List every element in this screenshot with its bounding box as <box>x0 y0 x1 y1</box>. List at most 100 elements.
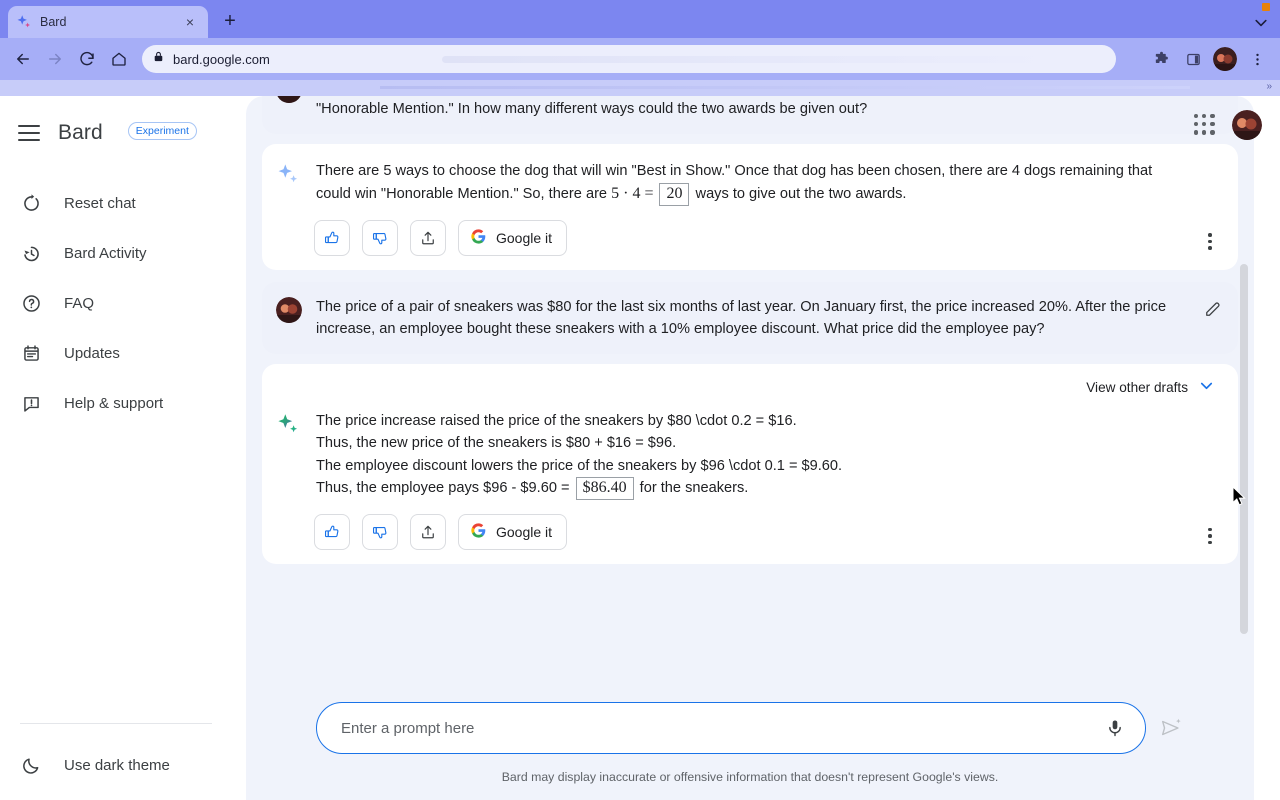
conversation-scroll[interactable]: At a recent dog show, there were 5 final… <box>246 96 1254 688</box>
question-circle-icon <box>20 292 42 314</box>
close-icon[interactable]: × <box>180 12 200 32</box>
sidebar-item-help-support[interactable]: Help & support <box>0 378 228 428</box>
thumb-up-icon[interactable] <box>314 219 350 256</box>
view-other-drafts-button[interactable]: View other drafts <box>276 376 1216 400</box>
forward-arrow-icon <box>40 44 70 74</box>
user-message: The price of a pair of sneakers was $80 … <box>262 281 1238 354</box>
history-icon <box>20 242 42 264</box>
thumb-up-icon[interactable] <box>314 514 350 550</box>
sidebar-item-dark-theme[interactable]: Use dark theme <box>0 740 228 790</box>
bookmark-placeholder <box>380 86 1190 89</box>
avatar <box>276 296 302 323</box>
sidebar-item-faq[interactable]: FAQ <box>0 278 228 328</box>
address-bar-url: bard.google.com <box>173 51 270 67</box>
response-line: The price increase raised the price of t… <box>316 412 797 429</box>
sidebar-divider <box>20 723 212 724</box>
app-brand-title: Bard <box>58 121 103 144</box>
response-line: Thus, the employee pays $96 - $9.60 = $8… <box>316 477 1184 500</box>
composer: Bard may display inaccurate or offensive… <box>246 688 1254 800</box>
google-it-label: Google it <box>496 229 553 246</box>
back-arrow-icon[interactable] <box>8 44 38 74</box>
more-options-icon[interactable] <box>1198 524 1222 548</box>
address-bar[interactable]: bard.google.com <box>142 45 1116 73</box>
bard-app: Bard Experiment Reset chat Bard Activity <box>0 96 1280 800</box>
reload-icon[interactable] <box>72 44 102 74</box>
user-message-text: At a recent dog show, there were 5 final… <box>316 101 868 117</box>
sidebar: Bard Experiment Reset chat Bard Activity <box>0 96 228 800</box>
sidebar-item-label: Bard Activity <box>64 244 147 262</box>
microphone-icon[interactable] <box>1103 716 1127 740</box>
response-boxed-answer: 20 <box>659 182 690 206</box>
sidebar-item-reset-chat[interactable]: Reset chat <box>0 178 228 228</box>
sidebar-item-label: FAQ <box>64 294 95 312</box>
avatar <box>276 96 302 103</box>
browser-toolbar: bard.google.com <box>0 38 1280 80</box>
feedback-icon <box>20 392 42 414</box>
response-segment: ways to give out the two awards. <box>691 185 907 202</box>
sidebar-item-label: Use dark theme <box>64 756 170 774</box>
thumb-down-icon[interactable] <box>362 514 398 550</box>
bookmarks-overflow-icon[interactable]: » <box>1266 81 1272 92</box>
mouse-cursor <box>1232 485 1248 513</box>
conversation-scrollbar[interactable] <box>1240 264 1248 634</box>
chevron-down-icon <box>1197 376 1216 400</box>
bard-response-card: There are 5 ways to choose the dog that … <box>262 144 1238 270</box>
bard-sparkle-gradient-icon <box>276 412 302 438</box>
bard-response-text: The price increase raised the price of t… <box>316 410 1220 500</box>
prompt-input[interactable] <box>341 719 1093 737</box>
sidebar-item-label: Updates <box>64 344 120 362</box>
bard-response-card: View other drafts The price increase rai… <box>262 363 1238 564</box>
chevron-down-icon[interactable] <box>1248 10 1274 36</box>
new-tab-button[interactable]: + <box>216 7 244 35</box>
send-sparkle-icon[interactable] <box>1158 715 1184 741</box>
browser-tab-bard[interactable]: Bard × <box>8 6 208 38</box>
google-it-button[interactable]: Google it <box>458 219 568 256</box>
browser-window: Bard × + bard.google.com » Bard Experime… <box>0 0 1280 800</box>
response-actions: Google it <box>314 514 1220 550</box>
google-apps-grid-icon[interactable] <box>1194 114 1216 136</box>
lock-icon <box>152 50 165 68</box>
response-math: 5 · 4 = <box>611 184 658 202</box>
experiment-badge: Experiment <box>127 122 197 140</box>
view-other-drafts-label: View other drafts <box>1086 380 1188 395</box>
puzzle-piece-icon[interactable] <box>1146 44 1176 74</box>
home-icon[interactable] <box>104 44 134 74</box>
google-g-icon <box>470 228 487 248</box>
sidebar-item-updates[interactable]: Updates <box>0 328 228 378</box>
user-message-text: The price of a pair of sneakers was $80 … <box>316 298 1167 337</box>
sidebar-nav: Reset chat Bard Activity FAQ Updates Hel… <box>0 178 228 428</box>
thumb-down-icon[interactable] <box>362 219 398 256</box>
omnibox-highlight <box>442 56 1056 63</box>
reset-icon <box>20 192 42 214</box>
bard-response-text: There are 5 ways to choose the dog that … <box>316 160 1220 206</box>
share-upload-icon[interactable] <box>410 514 446 550</box>
response-actions: Google it <box>314 219 1220 256</box>
bard-sparkle-blue-icon <box>276 162 302 188</box>
hamburger-menu-icon[interactable] <box>18 125 40 141</box>
chat-area: At a recent dog show, there were 5 final… <box>228 96 1280 800</box>
prompt-input-container[interactable] <box>316 702 1146 754</box>
google-it-button[interactable]: Google it <box>458 514 568 550</box>
side-panel-icon[interactable] <box>1178 44 1208 74</box>
conversation-panel: At a recent dog show, there were 5 final… <box>246 96 1254 800</box>
account-avatar[interactable] <box>1232 110 1262 140</box>
response-segment: Thus, the employee pays $96 - $9.60 = <box>316 480 574 496</box>
composer-disclaimer: Bard may display inaccurate or offensive… <box>501 770 999 784</box>
edit-pencil-icon[interactable] <box>1202 298 1224 320</box>
moon-icon <box>20 754 42 776</box>
three-dot-menu-icon[interactable] <box>1242 44 1272 74</box>
more-options-icon[interactable] <box>1198 230 1222 254</box>
browser-tab-strip: Bard × + <box>0 0 1280 38</box>
browser-tab-title: Bard <box>40 15 67 29</box>
sidebar-item-label: Reset chat <box>64 194 136 212</box>
response-line: Thus, the new price of the sneakers is $… <box>316 435 677 451</box>
response-segment: for the sneakers. <box>635 480 749 496</box>
bard-sparkle-icon <box>16 14 32 30</box>
share-upload-icon[interactable] <box>410 219 446 256</box>
profile-avatar[interactable] <box>1213 47 1237 71</box>
user-message: At a recent dog show, there were 5 final… <box>262 96 1238 134</box>
sidebar-item-bard-activity[interactable]: Bard Activity <box>0 228 228 278</box>
google-g-icon <box>470 522 487 542</box>
sidebar-item-label: Help & support <box>64 394 164 412</box>
response-line: The employee discount lowers the price o… <box>316 457 843 474</box>
